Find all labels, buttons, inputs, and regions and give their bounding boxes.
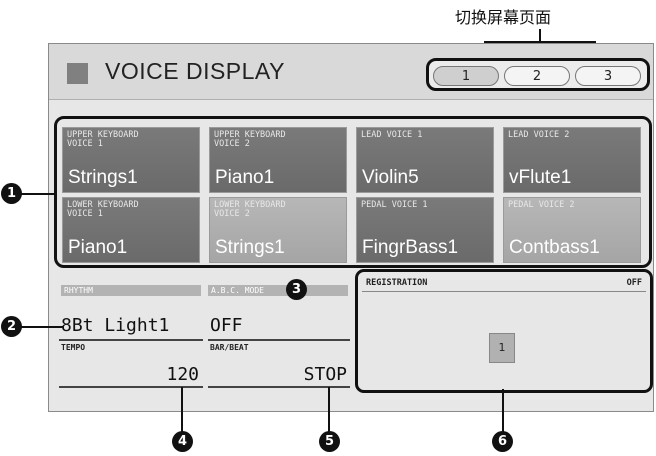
callout-5-line — [328, 387, 330, 432]
voice-name: Strings1 — [215, 237, 285, 258]
lead-voice-2-button[interactable]: LEAD VOICE 2 vFlute1 — [503, 127, 641, 193]
callout-4-badge: 4 — [172, 431, 193, 452]
voice-caption: UPPER KEYBOARD VOICE 2 — [214, 130, 286, 149]
voice-name: Contbass1 — [509, 237, 600, 258]
screen-header: VOICE DISPLAY 1 2 3 — [49, 44, 653, 100]
callout-4-line — [181, 387, 183, 432]
callout-6-badge: 6 — [492, 431, 513, 452]
upper-keyboard-voice-2-button[interactable]: UPPER KEYBOARD VOICE 2 Piano1 — [209, 127, 347, 193]
registration-1-button[interactable]: 1 — [489, 333, 515, 363]
voice-caption: LOWER KEYBOARD VOICE 1 — [67, 200, 139, 219]
voice-caption: PEDAL VOICE 2 — [508, 200, 575, 210]
voice-name: Piano1 — [68, 237, 128, 258]
page-2-button[interactable]: 2 — [504, 66, 570, 86]
bar-beat-value: STOP — [303, 364, 347, 385]
lower-keyboard-voice-2-button[interactable]: LOWER KEYBOARD VOICE 2 Strings1 — [209, 197, 347, 263]
voice-name: Piano1 — [215, 167, 275, 188]
registration-label: REGISTRATION — [366, 278, 428, 288]
abc-mode-value[interactable]: OFF — [210, 315, 243, 336]
callout-5-badge: 5 — [319, 431, 340, 452]
abc-mode-label: A.B.C. MODE — [208, 285, 348, 296]
callout-3-badge: 3 — [286, 279, 307, 300]
upper-keyboard-voice-1-button[interactable]: UPPER KEYBOARD VOICE 1 Strings1 — [62, 127, 200, 193]
voice-caption: LEAD VOICE 1 — [361, 130, 423, 140]
voice-name: FingrBass1 — [362, 237, 459, 258]
voice-caption: PEDAL VOICE 1 — [361, 200, 428, 210]
voice-display-screen: VOICE DISPLAY 1 2 3 UPPER KEYBOARD VOICE … — [48, 43, 654, 412]
abc-mode-underline — [208, 339, 350, 341]
voice-caption: LEAD VOICE 2 — [508, 130, 570, 140]
voice-name: vFlute1 — [509, 167, 572, 188]
voice-caption: UPPER KEYBOARD VOICE 1 — [67, 130, 139, 149]
rhythm-underline — [59, 339, 203, 341]
callout-2-line — [20, 326, 64, 328]
callout-1-badge: 1 — [1, 183, 22, 204]
pedal-voice-1-button[interactable]: PEDAL VOICE 1 FingrBass1 — [356, 197, 494, 263]
page-1-button[interactable]: 1 — [433, 66, 499, 86]
tempo-label: TEMPO — [61, 343, 86, 352]
voice-name: Strings1 — [68, 167, 138, 188]
rhythm-value[interactable]: 8Bt Light1 — [61, 315, 169, 336]
pedal-voice-2-button[interactable]: PEDAL VOICE 2 Contbass1 — [503, 197, 641, 263]
registration-panel: REGISTRATION OFF 1 — [355, 269, 653, 393]
registration-status: OFF — [626, 278, 642, 288]
rhythm-label: RHYTHM — [61, 285, 201, 296]
lead-voice-1-button[interactable]: LEAD VOICE 1 Violin5 — [356, 127, 494, 193]
lower-keyboard-voice-1-button[interactable]: LOWER KEYBOARD VOICE 1 Piano1 — [62, 197, 200, 263]
callout-2-badge: 2 — [1, 316, 22, 337]
voice-name: Violin5 — [362, 167, 419, 188]
bar-beat-label: BAR/BEAT — [210, 343, 249, 352]
page-switch-group: 1 2 3 — [426, 58, 650, 91]
registration-divider — [362, 291, 646, 292]
callout-switch-page-label: 切换屏幕页面 — [455, 8, 552, 27]
page-3-button[interactable]: 3 — [575, 66, 641, 86]
callout-1-line — [20, 193, 56, 195]
voice-display-icon — [67, 63, 88, 84]
tempo-value[interactable]: 120 — [149, 364, 199, 385]
callout-6-line — [502, 389, 504, 432]
page-title: VOICE DISPLAY — [105, 58, 285, 84]
voice-caption: LOWER KEYBOARD VOICE 2 — [214, 200, 286, 219]
